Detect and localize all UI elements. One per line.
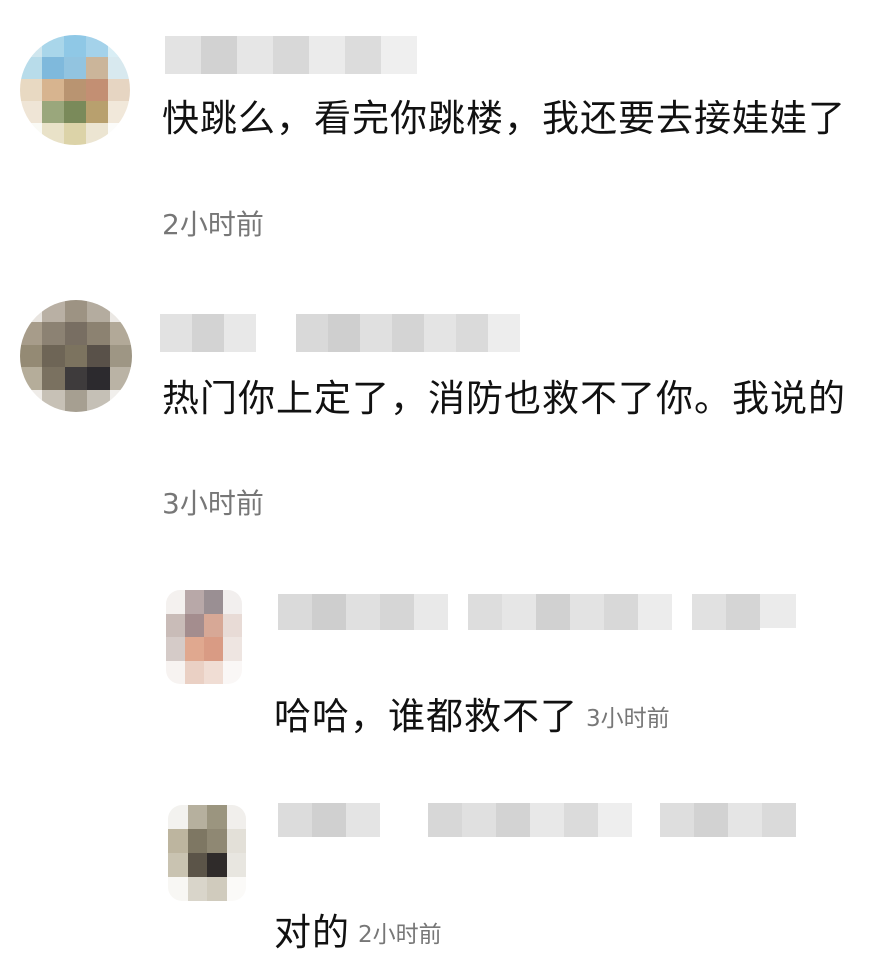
reply-text-content: 哈哈，谁都救不了 xyxy=(274,695,578,738)
avatar[interactable] xyxy=(168,805,246,901)
username-blurred[interactable] xyxy=(160,314,520,352)
username-blurred[interactable] xyxy=(278,803,848,837)
comment-item: 快跳么，看完你跳楼，我还要去接娃娃了 2小时前 xyxy=(0,0,896,260)
comment-text: 热门你上定了，消防也救不了你。我说的 xyxy=(162,377,846,420)
reply-text: 对的 2小时前 xyxy=(274,906,874,962)
avatar[interactable] xyxy=(20,300,132,412)
reply-time: 3小时前 xyxy=(586,705,670,732)
comment-text: 快跳么，看完你跳楼，我还要去接娃娃了 xyxy=(162,97,846,140)
comment-time: 2小时前 xyxy=(162,208,264,241)
reply-text-content: 对的 xyxy=(274,911,350,954)
avatar[interactable] xyxy=(20,35,130,145)
username-blurred[interactable] xyxy=(165,36,417,74)
comment-time: 3小时前 xyxy=(162,487,264,520)
reply-text: 哈哈，谁都救不了 3小时前 xyxy=(274,690,874,746)
avatar[interactable] xyxy=(166,590,242,684)
reply-time: 2小时前 xyxy=(358,921,442,948)
username-blurred[interactable] xyxy=(278,594,848,630)
